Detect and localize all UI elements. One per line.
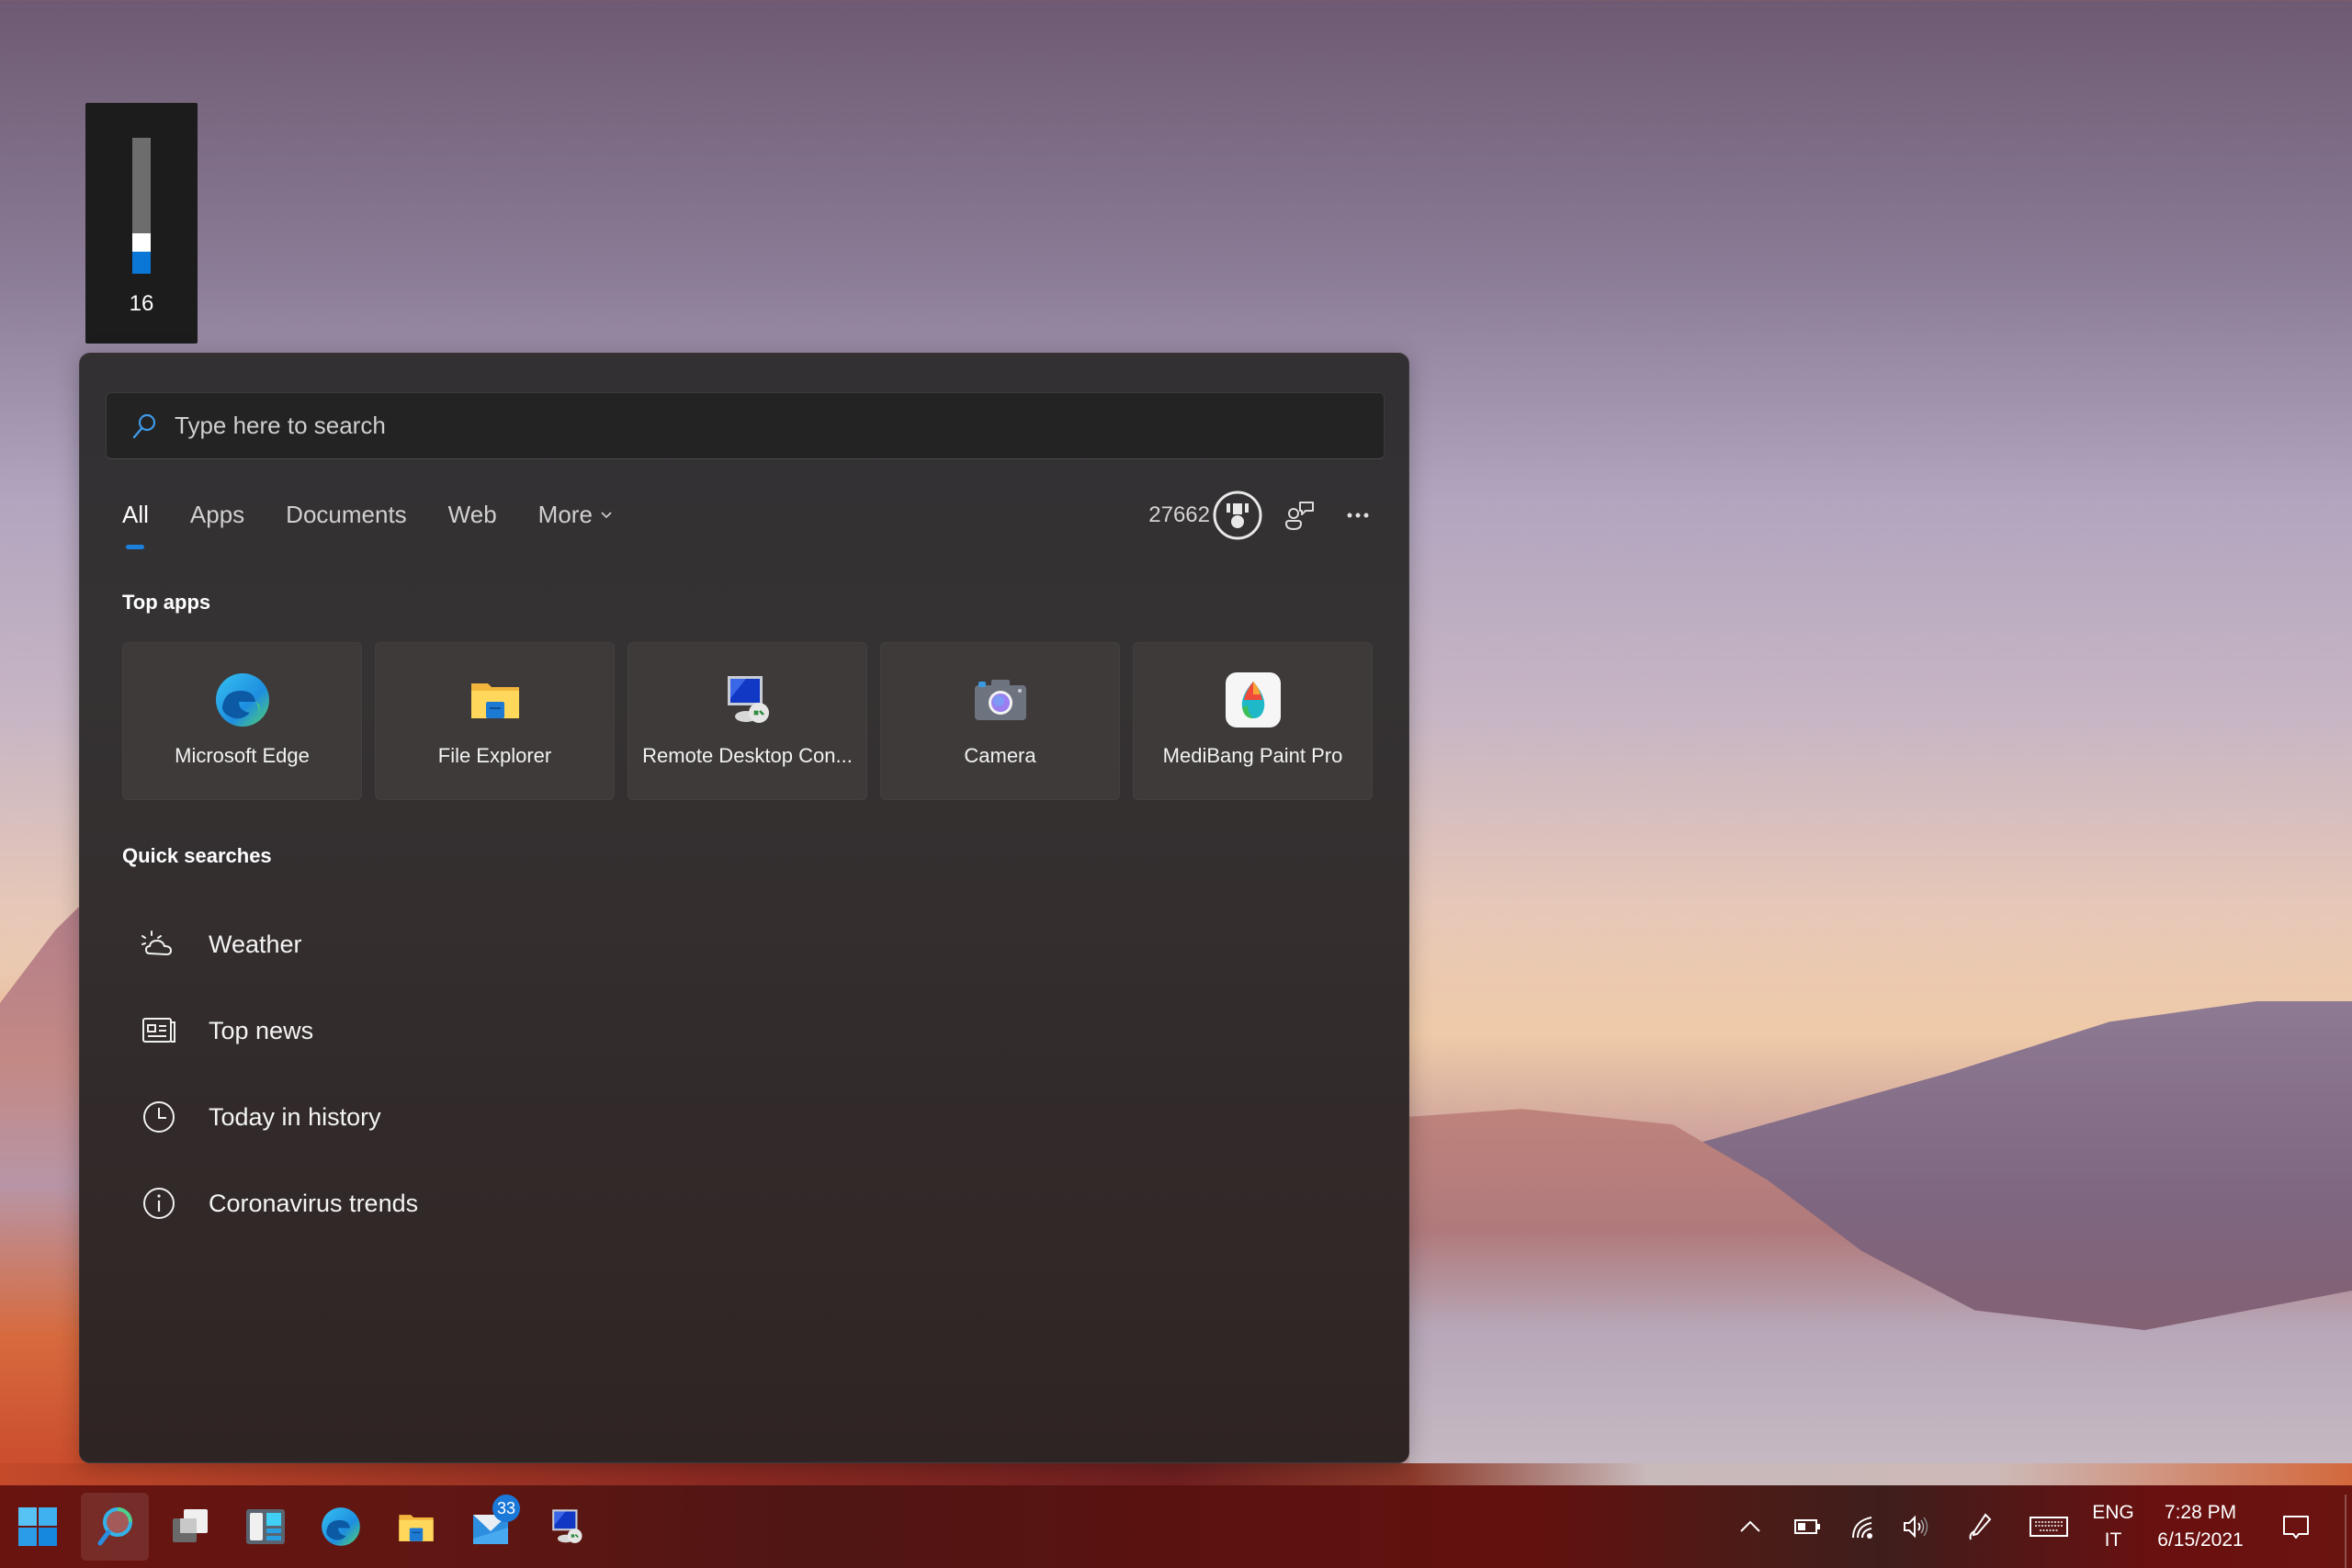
remote-desktop-icon bbox=[727, 676, 769, 723]
wallpaper-hill bbox=[0, 894, 92, 1488]
info-icon bbox=[143, 1188, 175, 1219]
volume-osd: 16 bbox=[85, 103, 198, 344]
edge-icon bbox=[322, 1507, 360, 1546]
taskbar-file-explorer-button[interactable] bbox=[382, 1493, 450, 1561]
wifi-icon bbox=[1852, 1517, 1872, 1539]
tab-label: Documents bbox=[286, 501, 407, 528]
search-input[interactable] bbox=[175, 412, 1277, 440]
tray-clock[interactable]: 7:28 PM 6/15/2021 bbox=[2150, 1485, 2251, 1568]
battery-icon bbox=[1794, 1519, 1820, 1534]
search-box[interactable] bbox=[106, 392, 1385, 459]
app-label: MediBang Paint Pro bbox=[1162, 744, 1343, 767]
chevron-down-icon bbox=[601, 511, 612, 518]
show-desktop-edge[interactable] bbox=[2345, 1495, 2346, 1568]
search-icon bbox=[97, 1507, 132, 1546]
app-label: Remote Desktop Con... bbox=[642, 744, 853, 767]
taskbar-search-button[interactable] bbox=[81, 1493, 149, 1561]
quick-search-today-in-history[interactable]: Today in history bbox=[141, 1074, 418, 1160]
app-label: File Explorer bbox=[437, 744, 552, 767]
remote-desktop-icon bbox=[552, 1509, 582, 1543]
tab-web[interactable]: Web bbox=[448, 501, 497, 529]
quick-searches-list: Weather Top news Today in history Corona… bbox=[141, 901, 418, 1247]
camera-icon bbox=[974, 680, 1026, 720]
taskbar-start-button[interactable] bbox=[4, 1493, 72, 1561]
speaker-icon bbox=[1904, 1515, 1928, 1539]
task-view-icon bbox=[173, 1509, 208, 1542]
clock-icon bbox=[143, 1101, 175, 1133]
taskbar-edge-button[interactable] bbox=[307, 1493, 375, 1561]
keyboard-icon bbox=[2030, 1517, 2068, 1537]
app-tile-remote-desktop[interactable]: Remote Desktop Con... bbox=[628, 642, 867, 800]
notification-icon bbox=[2283, 1516, 2309, 1539]
tab-label: More bbox=[537, 501, 593, 528]
volume-thumb[interactable] bbox=[132, 233, 151, 252]
quick-search-coronavirus-trends[interactable]: Coronavirus trends bbox=[141, 1160, 418, 1247]
trophy-medal-icon[interactable] bbox=[1212, 490, 1263, 541]
mail-unread-badge: 33 bbox=[492, 1495, 520, 1522]
keyboard-layout: IT bbox=[2104, 1529, 2122, 1551]
taskbar-remote-desktop-button[interactable] bbox=[533, 1493, 601, 1561]
wallpaper-ground bbox=[0, 1463, 2352, 1485]
windows-start-icon bbox=[18, 1507, 57, 1546]
clock-date: 6/15/2021 bbox=[2157, 1529, 2244, 1551]
widgets-icon bbox=[246, 1509, 285, 1544]
app-tile-file-explorer[interactable]: File Explorer bbox=[375, 642, 615, 800]
search-tabs: All Apps Documents Web More bbox=[122, 501, 654, 549]
tab-label: Web bbox=[447, 501, 497, 528]
app-label: Camera bbox=[964, 744, 1036, 767]
tray-show-hidden-icons[interactable] bbox=[1727, 1485, 1773, 1568]
volume-value: 16 bbox=[129, 291, 154, 316]
app-tile-medibang-paint-pro[interactable]: MediBang Paint Pro bbox=[1133, 642, 1373, 800]
tray-battery[interactable] bbox=[1784, 1485, 1830, 1568]
app-label: Microsoft Edge bbox=[175, 744, 310, 767]
taskbar-widgets-button[interactable] bbox=[232, 1493, 300, 1561]
chevron-up-icon bbox=[1740, 1520, 1760, 1532]
app-tile-camera[interactable]: Camera bbox=[880, 642, 1120, 800]
rewards-points: 27662 bbox=[1148, 502, 1210, 527]
edge-icon bbox=[215, 673, 269, 727]
header-actions: 27662 bbox=[1148, 490, 1372, 541]
quick-search-label: Today in history bbox=[209, 1102, 381, 1131]
tray-touch-keyboard[interactable] bbox=[2021, 1485, 2076, 1568]
search-panel: All Apps Documents Web More 27662 bbox=[79, 353, 1409, 1463]
tray-notifications[interactable] bbox=[2273, 1485, 2319, 1568]
taskbar-task-view-button[interactable] bbox=[156, 1493, 224, 1561]
tray-pen-workspace[interactable] bbox=[1957, 1485, 2003, 1568]
quick-searches-heading: Quick searches bbox=[122, 844, 272, 867]
feedback-person-icon[interactable] bbox=[1283, 499, 1317, 532]
taskbar: 33 ENG IT 7:28 PM 6/15/2021 bbox=[0, 1485, 2352, 1568]
folder-icon bbox=[470, 683, 519, 718]
top-apps-grid: Microsoft Edge File Explorer Remote Desk… bbox=[122, 642, 1373, 800]
quick-search-label: Weather bbox=[209, 930, 302, 958]
tray-network[interactable] bbox=[1841, 1485, 1887, 1568]
tray-volume[interactable] bbox=[1893, 1485, 1939, 1568]
tab-more-dropdown[interactable]: More bbox=[538, 501, 613, 529]
tab-all[interactable]: All bbox=[122, 501, 149, 549]
top-apps-heading: Top apps bbox=[122, 591, 211, 614]
pen-icon bbox=[1969, 1513, 1992, 1540]
tab-label: All bbox=[122, 501, 149, 528]
weather-icon bbox=[141, 931, 173, 956]
search-icon bbox=[132, 413, 156, 438]
clock-time: 7:28 PM bbox=[2164, 1502, 2237, 1523]
taskbar-mail-button[interactable]: 33 bbox=[458, 1493, 526, 1561]
quick-search-top-news[interactable]: Top news bbox=[141, 987, 418, 1074]
medibang-icon bbox=[1225, 672, 1281, 728]
volume-level-fill bbox=[132, 252, 151, 274]
tab-label: Apps bbox=[189, 501, 245, 528]
ellipsis-icon[interactable] bbox=[1344, 502, 1372, 529]
tab-apps[interactable]: Apps bbox=[190, 501, 244, 529]
folder-icon bbox=[399, 1515, 434, 1541]
language-code: ENG bbox=[2092, 1502, 2134, 1523]
tab-documents[interactable]: Documents bbox=[286, 501, 407, 529]
volume-slider[interactable] bbox=[132, 138, 151, 274]
quick-search-label: Top news bbox=[209, 1016, 314, 1044]
quick-search-label: Coronavirus trends bbox=[209, 1189, 419, 1217]
quick-search-weather[interactable]: Weather bbox=[141, 901, 418, 987]
tray-input-language[interactable]: ENG IT bbox=[2091, 1485, 2135, 1568]
news-icon bbox=[142, 1018, 175, 1043]
app-tile-microsoft-edge[interactable]: Microsoft Edge bbox=[122, 642, 362, 800]
